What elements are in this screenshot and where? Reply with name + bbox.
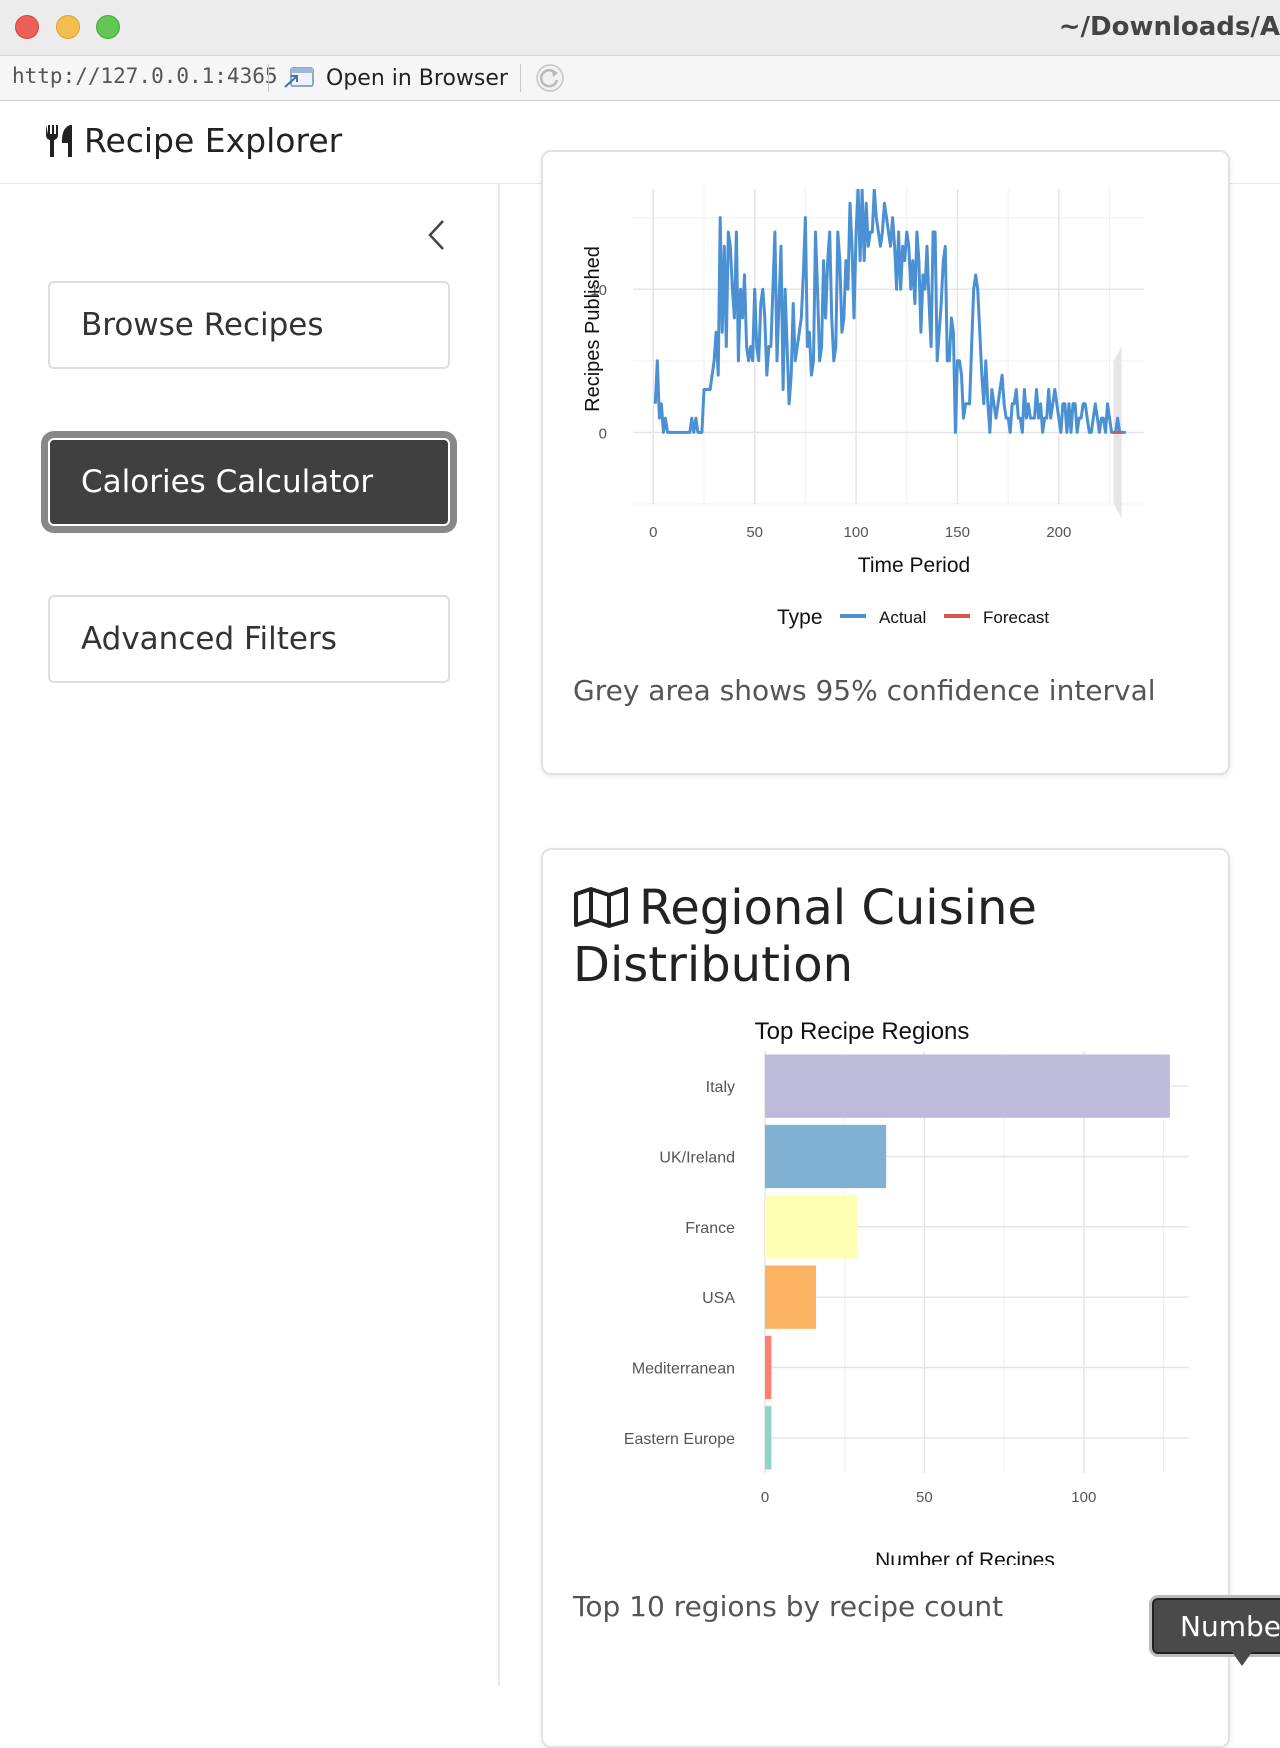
close-window-button[interactable] <box>15 15 39 39</box>
x-tick-label: 0 <box>649 524 657 541</box>
y-tick-label: 0 <box>599 425 607 442</box>
window-title: ~/Downloads/A <box>1058 12 1280 42</box>
open-in-browser-icon <box>284 67 314 88</box>
region-card-title-text: Regional Cuisine Distribution <box>573 880 1037 993</box>
x-axis-label: Number of Recipes <box>875 1549 1055 1565</box>
y-tick-label: Eastern Europe <box>624 1431 735 1448</box>
minimize-window-button[interactable] <box>56 15 80 39</box>
app-title: Recipe Explorer <box>84 121 343 160</box>
bar <box>765 1054 1170 1118</box>
toolbar-divider <box>520 64 521 92</box>
y-tick-label: UK/Ireland <box>659 1150 735 1167</box>
url-text[interactable]: http://127.0.0.1:4365 <box>12 64 278 88</box>
bar <box>765 1124 887 1189</box>
region-caption: Top 10 regions by recipe count <box>573 1590 1004 1623</box>
x-tick-label: 50 <box>916 1489 933 1506</box>
x-tick-label: 150 <box>945 524 970 541</box>
y-tick-label: USA <box>702 1290 735 1307</box>
bar <box>765 1406 772 1470</box>
app-brand[interactable]: Recipe Explorer <box>44 121 342 160</box>
trend-card: 0 10 0 50 100 150 200 Time Period Recipes Publ… <box>541 150 1230 775</box>
chart-legend: Type Actual Forecast <box>777 606 1049 629</box>
legend-label-actual: Actual <box>879 608 926 627</box>
chevron-left-icon[interactable] <box>425 218 449 252</box>
x-tick-label: 50 <box>746 524 763 541</box>
open-in-browser-label: Open in Browser <box>326 65 508 91</box>
toolbar-divider <box>268 64 269 92</box>
x-tick-label: 100 <box>1071 1489 1096 1506</box>
region-bar-chart: Top Recipe Regions 0 50 100 Italy UK/Ireland… <box>624 1018 1189 1565</box>
map-icon <box>574 887 628 928</box>
region-card-title: Regional Cuisine Distribution <box>573 880 1213 994</box>
open-in-browser-button[interactable]: Open in Browser <box>282 62 508 94</box>
browse-recipes-button[interactable]: Browse Recipes <box>48 281 450 369</box>
address-bar: http://127.0.0.1:4365 Open in Browser <box>0 56 1280 101</box>
chart-title: Top Recipe Regions <box>755 1018 970 1045</box>
x-axis-label: Time Period <box>858 554 970 577</box>
legend-label-forecast: Forecast <box>983 608 1049 627</box>
bar <box>765 1195 858 1259</box>
calories-calculator-button[interactable]: Calories Calculator <box>48 438 450 526</box>
legend-title: Type <box>777 606 823 629</box>
bar <box>765 1265 817 1329</box>
sidebar: Browse Recipes Calories Calculator Advan… <box>0 184 500 1686</box>
y-tick-label: France <box>685 1220 735 1237</box>
tooltip-pointer <box>1232 1652 1252 1666</box>
reload-icon[interactable] <box>535 63 565 93</box>
y-axis-label: Recipes Published <box>582 246 604 412</box>
bar <box>765 1335 772 1400</box>
advanced-filters-button[interactable]: Advanced Filters <box>48 595 450 683</box>
y-tick-label: Italy <box>706 1079 735 1096</box>
y-tick-label: Mediterranean <box>632 1361 735 1378</box>
x-tick-label: 200 <box>1046 524 1071 541</box>
utensils-icon <box>46 124 72 157</box>
region-card: Regional Cuisine Distribution Top Recipe… <box>541 848 1230 1748</box>
window-titlebar: ~/Downloads/A <box>0 0 1280 56</box>
publication-trend-chart: 0100 50 100 150 200 Time Period Recipes Publ… <box>582 189 1144 629</box>
trend-caption: Grey area shows 95% confidence interval <box>573 674 1156 707</box>
x-tick-label: 0 <box>761 1489 769 1506</box>
tooltip: Number <box>1152 1598 1280 1654</box>
actual-series-line <box>653 189 1126 434</box>
x-tick-label: 100 <box>844 524 869 541</box>
zoom-window-button[interactable] <box>96 15 120 39</box>
